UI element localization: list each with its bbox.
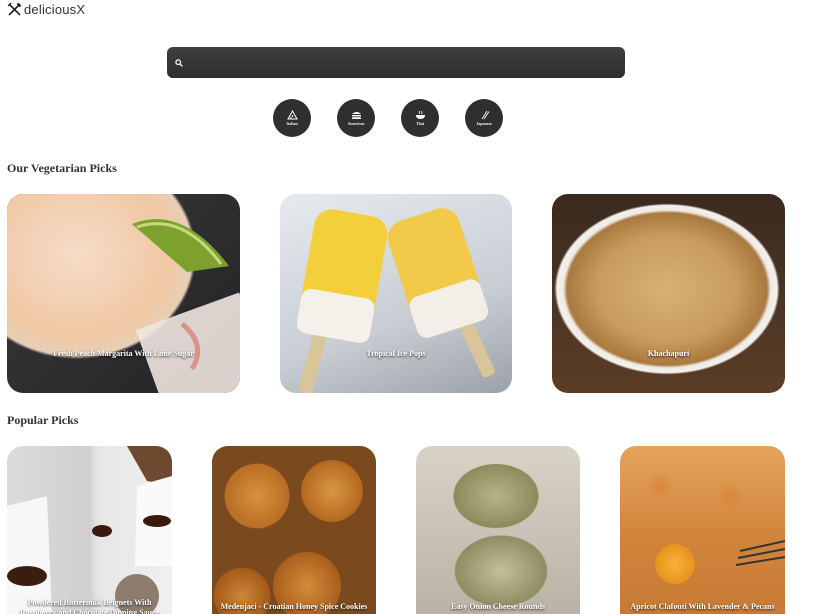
category-thai-button[interactable]: Thai (401, 99, 439, 137)
recipe-image (620, 446, 785, 614)
recipe-title: Khachapuri (647, 349, 690, 358)
recipe-image (7, 194, 240, 393)
brand-name: deliciousX (24, 1, 86, 17)
recipe-card[interactable]: Fresh Peach Margarita With Lime Sugar (7, 194, 240, 393)
recipe-card[interactable]: Medenjaci - Croatian Honey Spice Cookies (212, 446, 376, 614)
recipe-image (280, 194, 512, 393)
recipe-title: Fresh Peach Margarita With Lime Sugar (53, 349, 194, 358)
recipe-card[interactable]: Khachapuri (552, 194, 785, 393)
recipe-image (7, 446, 172, 614)
popular-section-title: Popular Picks (7, 413, 79, 427)
category-label: American (347, 121, 365, 126)
recipe-title: Medenjaci - Croatian Honey Spice Cookies (220, 602, 368, 611)
search-icon (175, 58, 183, 67)
chopsticks-icon (479, 110, 490, 120)
category-list: Italian American Thai Japanese (273, 99, 503, 137)
vegetarian-section-title: Our Vegetarian Picks (7, 161, 117, 175)
recipe-title: Apricot Clafouti With Lavender & Pecans (630, 602, 775, 611)
recipe-title: Powdered Buttermilk Beignets With Raspbe… (19, 598, 160, 614)
category-label: Japanese (476, 121, 492, 126)
brand-logo[interactable]: deliciousX (7, 1, 85, 17)
recipe-image (552, 194, 785, 393)
recipe-card[interactable]: Tropical Ice Pops (280, 194, 512, 393)
recipe-title: Tropical Ice Pops (366, 349, 426, 358)
recipe-image (212, 446, 376, 614)
burger-icon (351, 110, 362, 120)
category-label: Thai (415, 121, 424, 126)
category-japanese-button[interactable]: Japanese (465, 99, 503, 137)
category-italian-button[interactable]: Italian (273, 99, 311, 137)
recipe-card[interactable]: Powdered Buttermilk Beignets With Raspbe… (7, 446, 172, 614)
search-bar[interactable] (167, 47, 625, 78)
category-american-button[interactable]: American (337, 99, 375, 137)
fork-knife-icon (7, 2, 22, 17)
recipe-card[interactable]: Easy Onion Cheese Rounds (416, 446, 580, 614)
recipe-title: Easy Onion Cheese Rounds (450, 602, 546, 611)
recipe-image (416, 446, 580, 614)
pizza-icon (286, 110, 298, 120)
recipe-card[interactable]: Apricot Clafouti With Lavender & Pecans (620, 446, 785, 614)
bowl-icon (415, 110, 426, 120)
category-label: Italian (286, 121, 298, 126)
